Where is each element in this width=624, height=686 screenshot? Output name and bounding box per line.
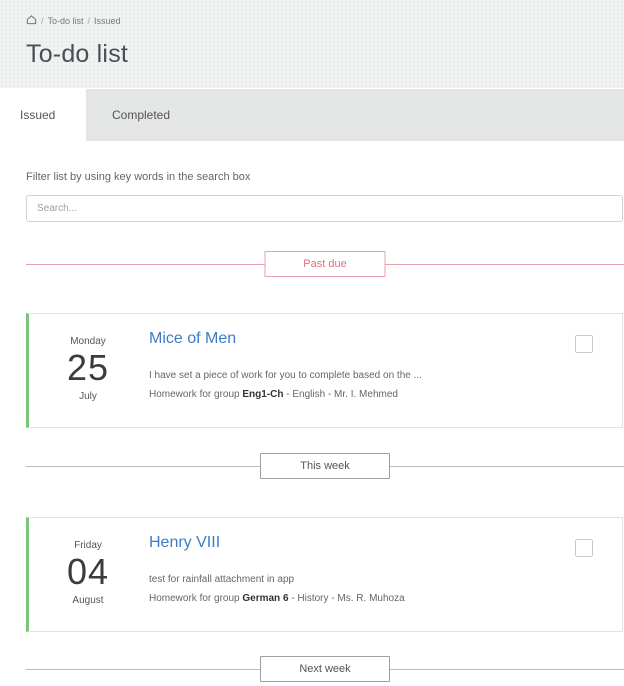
tab-bar: Issued Completed bbox=[0, 89, 624, 141]
meta-prefix: Homework for group bbox=[149, 593, 243, 604]
page-header: / To-do list / Issued To-do list bbox=[0, 0, 624, 88]
task-title-link[interactable]: Henry VIII bbox=[149, 534, 220, 552]
section-divider-past-due: Past due bbox=[26, 251, 624, 277]
meta-prefix: Homework for group bbox=[149, 389, 243, 400]
task-card[interactable]: Friday 04 August Henry VIII test for rai… bbox=[26, 517, 623, 632]
task-weekday: Monday bbox=[70, 336, 106, 347]
tab-issued[interactable]: Issued bbox=[0, 89, 86, 141]
breadcrumb-separator: / bbox=[87, 15, 91, 26]
filter-label: Filter list by using key words in the se… bbox=[26, 171, 251, 183]
task-complete-checkbox[interactable] bbox=[575, 539, 593, 557]
task-meta: Homework for group Eng1-Ch - English - M… bbox=[149, 389, 398, 400]
breadcrumb: / To-do list / Issued bbox=[26, 14, 121, 27]
task-description: test for rainfall attachment in app bbox=[149, 574, 295, 585]
meta-suffix: - English - Mr. I. Mehmed bbox=[283, 389, 398, 400]
task-month: August bbox=[72, 595, 104, 606]
task-group: German 6 bbox=[242, 593, 289, 604]
section-divider-next-week: Next week bbox=[26, 656, 624, 682]
task-complete-checkbox[interactable] bbox=[575, 335, 593, 353]
meta-suffix: - History - Ms. R. Muhoza bbox=[288, 593, 405, 604]
breadcrumb-issued[interactable]: Issued bbox=[94, 16, 121, 26]
breadcrumb-separator: / bbox=[41, 15, 44, 26]
page-title: To-do list bbox=[26, 40, 129, 68]
section-divider-this-week: This week bbox=[26, 453, 624, 479]
home-icon[interactable] bbox=[26, 14, 37, 27]
section-label-this-week: This week bbox=[260, 453, 390, 479]
task-group: Eng1-Ch bbox=[242, 389, 284, 400]
task-card[interactable]: Monday 25 July Mice of Men I have set a … bbox=[26, 313, 623, 428]
task-month: July bbox=[79, 391, 97, 402]
search-input[interactable] bbox=[26, 195, 623, 222]
section-label-past-due: Past due bbox=[264, 251, 386, 277]
task-title-link[interactable]: Mice of Men bbox=[149, 330, 236, 348]
task-weekday: Friday bbox=[74, 540, 102, 551]
task-meta: Homework for group German 6 - History - … bbox=[149, 593, 405, 604]
tab-completed[interactable]: Completed bbox=[86, 89, 170, 141]
breadcrumb-todo-list[interactable]: To-do list bbox=[48, 16, 84, 26]
task-description: I have set a piece of work for you to co… bbox=[149, 370, 422, 381]
section-label-next-week: Next week bbox=[260, 656, 390, 682]
task-day: 04 bbox=[66, 551, 110, 592]
task-day: 25 bbox=[66, 347, 110, 388]
